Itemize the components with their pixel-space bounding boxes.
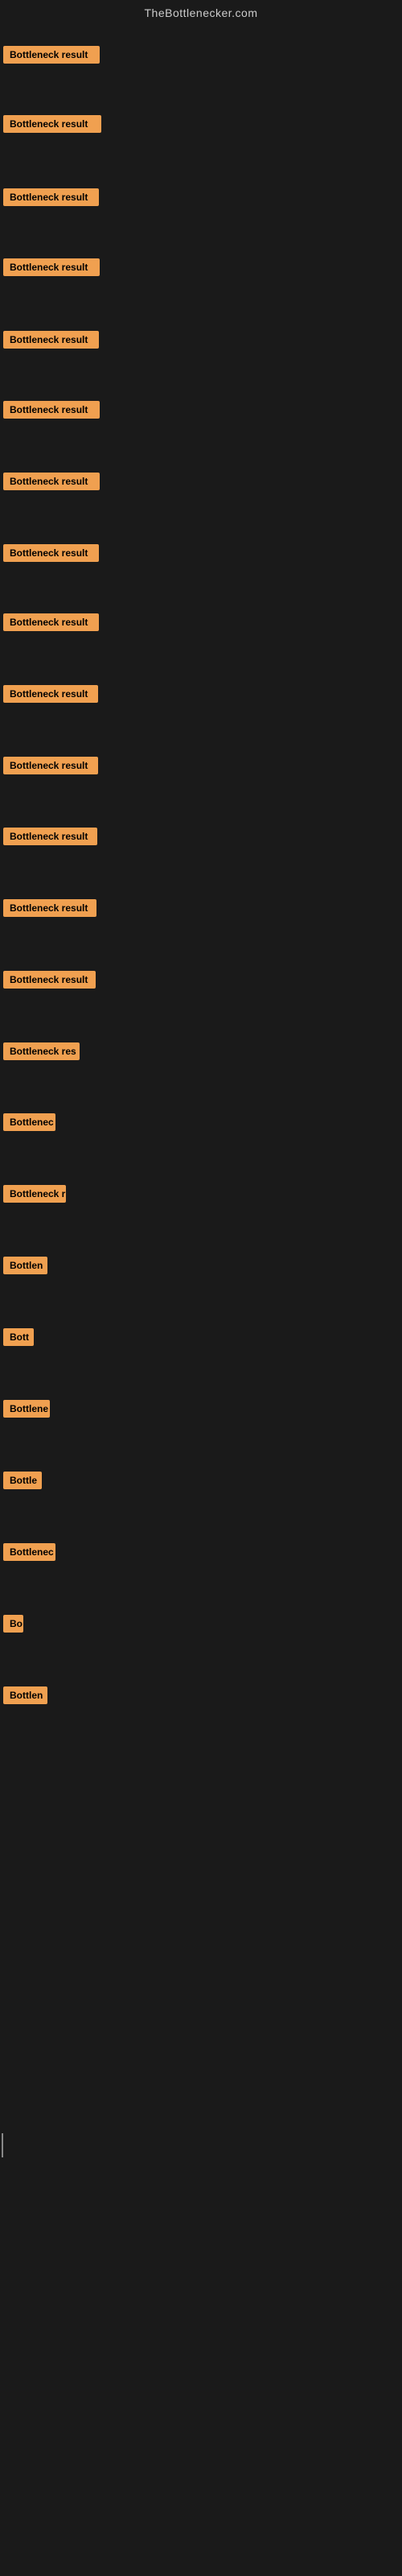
bottleneck-item-7: Bottleneck result — [3, 473, 100, 494]
bottleneck-item-19: Bott — [3, 1328, 34, 1350]
bottleneck-badge-18[interactable]: Bottlen — [3, 1257, 47, 1274]
bottleneck-item-20: Bottlene — [3, 1400, 50, 1422]
bottleneck-badge-9[interactable]: Bottleneck result — [3, 613, 99, 631]
bottleneck-badge-2[interactable]: Bottleneck result — [3, 115, 101, 133]
bottleneck-item-4: Bottleneck result — [3, 258, 100, 280]
bottleneck-badge-5[interactable]: Bottleneck result — [3, 331, 99, 349]
bottleneck-item-23: Bo — [3, 1615, 23, 1637]
bottleneck-badge-16[interactable]: Bottlenec — [3, 1113, 55, 1131]
bottleneck-badge-20[interactable]: Bottlene — [3, 1400, 50, 1418]
bottleneck-badge-1[interactable]: Bottleneck result — [3, 46, 100, 64]
site-title: TheBottlenecker.com — [0, 0, 402, 23]
bottleneck-badge-17[interactable]: Bottleneck r — [3, 1185, 66, 1203]
cursor-line — [2, 2133, 3, 2157]
bottleneck-badge-6[interactable]: Bottleneck result — [3, 401, 100, 419]
bottleneck-item-17: Bottleneck r — [3, 1185, 66, 1207]
bottleneck-item-22: Bottlenec — [3, 1543, 55, 1565]
bottleneck-item-11: Bottleneck result — [3, 757, 98, 778]
bottleneck-badge-7[interactable]: Bottleneck result — [3, 473, 100, 490]
bottleneck-badge-23[interactable]: Bo — [3, 1615, 23, 1633]
bottleneck-badge-10[interactable]: Bottleneck result — [3, 685, 98, 703]
bottleneck-item-5: Bottleneck result — [3, 331, 99, 353]
bottleneck-badge-12[interactable]: Bottleneck result — [3, 828, 97, 845]
site-header: TheBottlenecker.com — [0, 0, 402, 23]
bottleneck-item-14: Bottleneck result — [3, 971, 96, 993]
bottleneck-badge-19[interactable]: Bott — [3, 1328, 34, 1346]
bottleneck-badge-24[interactable]: Bottlen — [3, 1686, 47, 1704]
bottleneck-item-8: Bottleneck result — [3, 544, 99, 566]
bottleneck-item-15: Bottleneck res — [3, 1042, 80, 1064]
bottleneck-badge-15[interactable]: Bottleneck res — [3, 1042, 80, 1060]
bottleneck-badge-8[interactable]: Bottleneck result — [3, 544, 99, 562]
bottleneck-badge-3[interactable]: Bottleneck result — [3, 188, 99, 206]
bottleneck-item-6: Bottleneck result — [3, 401, 100, 423]
bottleneck-item-16: Bottlenec — [3, 1113, 55, 1135]
bottleneck-item-24: Bottlen — [3, 1686, 47, 1708]
bottleneck-badge-4[interactable]: Bottleneck result — [3, 258, 100, 276]
bottleneck-badge-14[interactable]: Bottleneck result — [3, 971, 96, 989]
bottleneck-item-10: Bottleneck result — [3, 685, 98, 707]
bottleneck-item-21: Bottle — [3, 1472, 42, 1493]
bottleneck-item-1: Bottleneck result — [3, 46, 100, 68]
bottleneck-item-2: Bottleneck result — [3, 115, 101, 137]
bottleneck-item-18: Bottlen — [3, 1257, 47, 1278]
bottleneck-item-13: Bottleneck result — [3, 899, 96, 921]
bottleneck-item-3: Bottleneck result — [3, 188, 99, 210]
bottleneck-badge-13[interactable]: Bottleneck result — [3, 899, 96, 917]
bottleneck-badge-22[interactable]: Bottlenec — [3, 1543, 55, 1561]
bottleneck-badge-11[interactable]: Bottleneck result — [3, 757, 98, 774]
bottleneck-item-9: Bottleneck result — [3, 613, 99, 635]
bottleneck-item-12: Bottleneck result — [3, 828, 97, 849]
bottleneck-badge-21[interactable]: Bottle — [3, 1472, 42, 1489]
